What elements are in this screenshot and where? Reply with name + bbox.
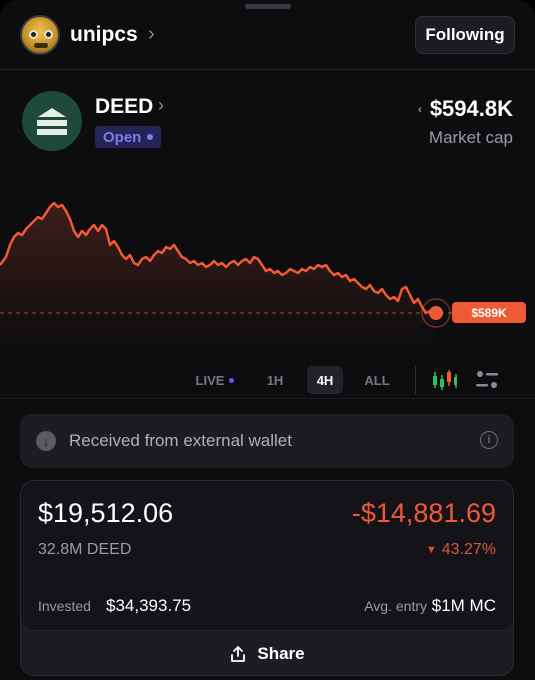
profile-header: unipcs › Following bbox=[0, 0, 535, 70]
chart-settings-icon[interactable] bbox=[474, 366, 500, 394]
invested-label: Invested bbox=[38, 598, 91, 614]
chevron-right-icon[interactable]: › bbox=[158, 95, 164, 116]
share-button[interactable]: Share bbox=[21, 633, 513, 675]
live-dot bbox=[229, 377, 235, 383]
tab-4h[interactable]: 4H bbox=[307, 366, 343, 394]
status-dot bbox=[147, 134, 154, 140]
username[interactable]: unipcs bbox=[70, 23, 138, 47]
avatar-mouth bbox=[34, 43, 48, 48]
sort-updown-icon[interactable]: ‹ bbox=[418, 103, 422, 115]
tab-live[interactable]: LIVE bbox=[190, 366, 240, 394]
logo-bar-2 bbox=[37, 129, 67, 135]
position-pnl: -$14,881.69 bbox=[351, 498, 496, 528]
info-icon[interactable]: i bbox=[480, 431, 498, 449]
candlestick-chart-icon[interactable] bbox=[430, 366, 458, 394]
divider bbox=[415, 366, 416, 394]
tab-1h[interactable]: 1H bbox=[260, 366, 290, 394]
stacked-bars-logo-icon bbox=[22, 91, 82, 151]
chevron-right-icon[interactable]: › bbox=[148, 23, 155, 46]
logo-roof bbox=[38, 108, 66, 117]
token-amount: 32.8M DEED bbox=[38, 541, 132, 558]
chart-area-fill bbox=[0, 203, 436, 345]
position-summary: $19,512.06 -$14,881.69 32.8M DEED ▼ 43.2… bbox=[21, 481, 513, 631]
received-notice[interactable]: ↓ Received from external wallet i bbox=[20, 414, 514, 468]
tab-all[interactable]: ALL bbox=[358, 366, 396, 394]
app-screen: unipcs › Following DEED › Open ‹ $594.8K… bbox=[0, 0, 535, 680]
pnl-percent: ▼ 43.27% bbox=[426, 541, 496, 559]
logo-bar-1 bbox=[37, 120, 67, 126]
triangle-down-icon: ▼ bbox=[425, 544, 437, 556]
market-cap-block[interactable]: ‹ $594.8K Market cap bbox=[418, 96, 513, 148]
tab-live-label: LIVE bbox=[195, 372, 225, 388]
received-text: Received from external wallet bbox=[69, 431, 292, 450]
avatar-eye-right bbox=[44, 30, 53, 39]
current-price-tag: $589K bbox=[452, 302, 526, 323]
share-upload-icon bbox=[231, 646, 246, 662]
avatar-eye-left bbox=[29, 30, 38, 39]
current-point bbox=[429, 306, 443, 320]
invested-value: $34,393.75 bbox=[106, 596, 192, 615]
status-label: Open bbox=[103, 128, 142, 146]
share-label: Share bbox=[257, 644, 305, 663]
market-cap-label: Market cap bbox=[428, 128, 513, 147]
avg-entry-value: $1M MC bbox=[431, 596, 496, 615]
position-balance: $19,512.06 bbox=[38, 498, 174, 528]
following-button[interactable]: Following bbox=[415, 16, 515, 54]
section-divider bbox=[0, 398, 535, 399]
market-cap-value: $594.8K bbox=[429, 96, 513, 121]
token-name[interactable]: DEED bbox=[95, 95, 153, 119]
avg-entry-label: Avg. entry bbox=[364, 598, 427, 614]
arrow-down-circle-icon: ↓ bbox=[36, 431, 56, 451]
position-card: $19,512.06 -$14,881.69 32.8M DEED ▼ 43.2… bbox=[20, 480, 514, 676]
status-badge: Open bbox=[95, 126, 162, 148]
robot-avatar-icon[interactable] bbox=[20, 15, 60, 55]
pnl-percent-value: 43.27% bbox=[441, 541, 496, 558]
